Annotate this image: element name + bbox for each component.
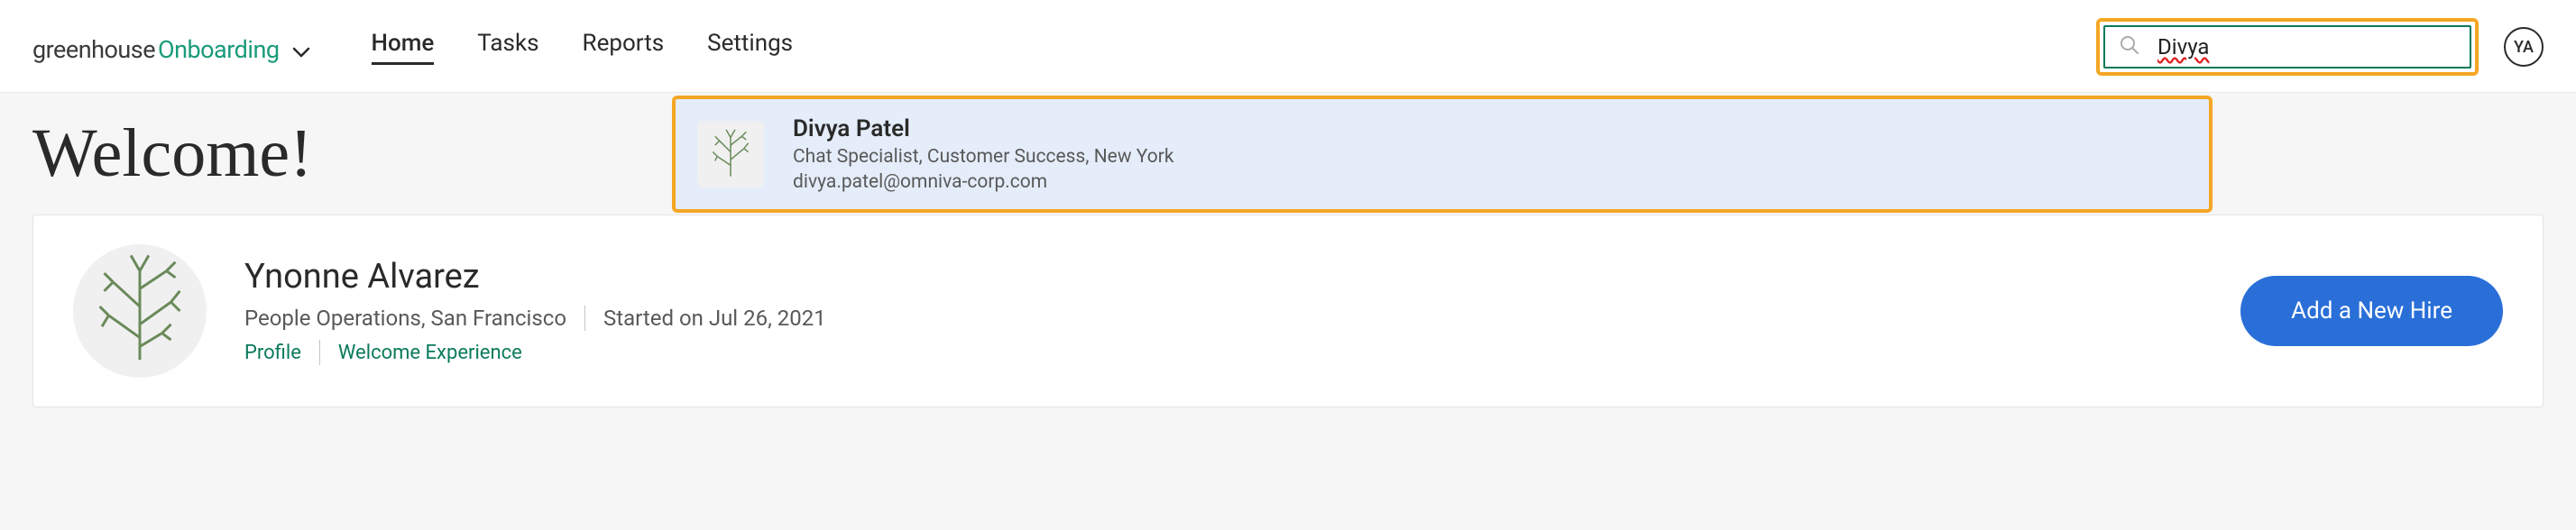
user-avatar-badge[interactable]: YA — [2504, 27, 2544, 67]
logo-first: greenhouse — [32, 35, 155, 64]
user-dept: People Operations, San Francisco — [244, 306, 566, 331]
search-result-item[interactable]: Divya Patel Chat Specialist, Customer Su… — [672, 96, 2213, 213]
chevron-down-icon[interactable] — [292, 35, 310, 64]
current-user-card: Ynonne Alvarez People Operations, San Fr… — [32, 215, 2544, 407]
search-box[interactable]: Divya — [2103, 25, 2471, 69]
plant-icon — [73, 244, 207, 378]
welcome-experience-link[interactable]: Welcome Experience — [338, 342, 522, 364]
result-role: Chat Specialist, Customer Success, New Y… — [793, 146, 1174, 168]
user-name: Ynonne Alvarez — [244, 257, 826, 297]
avatar-initials: YA — [2514, 38, 2534, 57]
search-input[interactable]: Divya — [2157, 34, 2209, 59]
nav-reports[interactable]: Reports — [583, 30, 665, 65]
plant-icon — [697, 121, 764, 187]
search-icon — [2120, 35, 2139, 59]
logo-second: Onboarding — [158, 35, 280, 64]
divider — [319, 340, 320, 365]
nav-settings[interactable]: Settings — [707, 30, 793, 65]
main-nav: Home Tasks Reports Settings — [372, 30, 794, 65]
nav-tasks[interactable]: Tasks — [477, 30, 538, 65]
search-highlight: Divya — [2096, 18, 2479, 76]
add-new-hire-button[interactable]: Add a New Hire — [2240, 276, 2503, 346]
app-logo[interactable]: greenhouse Onboarding — [32, 30, 310, 64]
result-email: divya.patel@omniva-corp.com — [793, 171, 1174, 193]
result-avatar — [697, 121, 764, 187]
user-avatar — [73, 244, 207, 378]
nav-home[interactable]: Home — [372, 30, 435, 65]
divider — [584, 306, 585, 331]
profile-link[interactable]: Profile — [244, 342, 301, 364]
result-name: Divya Patel — [793, 115, 1174, 142]
user-started: Started on Jul 26, 2021 — [603, 306, 826, 331]
